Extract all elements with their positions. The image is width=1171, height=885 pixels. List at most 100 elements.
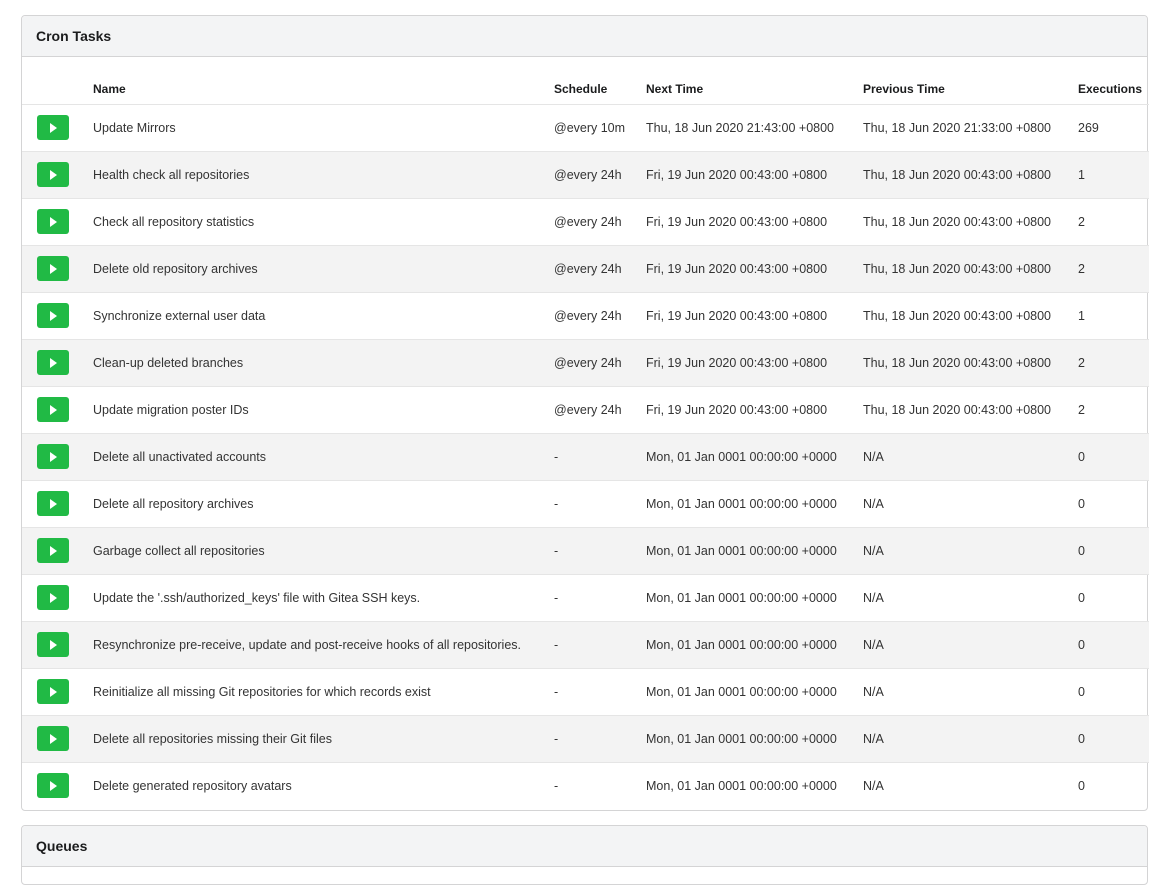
triangle-right-icon xyxy=(50,639,57,650)
task-executions: 269 xyxy=(1078,104,1149,152)
task-schedule: - xyxy=(554,480,646,528)
triangle-right-icon xyxy=(50,122,57,133)
task-schedule: @every 24h xyxy=(554,245,646,293)
column-header-schedule: Schedule xyxy=(554,57,646,105)
run-task-button[interactable] xyxy=(37,491,69,516)
run-task-button[interactable] xyxy=(37,538,69,563)
triangle-right-icon xyxy=(50,780,57,791)
task-next-time: Mon, 01 Jan 0001 00:00:00 +0000 xyxy=(646,480,863,528)
triangle-right-icon xyxy=(50,592,57,603)
task-schedule: - xyxy=(554,527,646,575)
table-row: Health check all repositories @every 24h F… xyxy=(22,151,1149,199)
run-cell xyxy=(22,386,93,434)
task-name: Delete old repository archives xyxy=(93,245,554,293)
run-task-button[interactable] xyxy=(37,115,69,140)
task-previous-time: N/A xyxy=(863,778,884,793)
task-next-time: Fri, 19 Jun 2020 00:43:00 +0800 xyxy=(646,198,863,246)
run-cell xyxy=(22,668,93,716)
task-schedule: @every 24h xyxy=(554,151,646,199)
triangle-right-icon xyxy=(50,451,57,462)
task-next-time: Fri, 19 Jun 2020 00:43:00 +0800 xyxy=(646,151,863,199)
table-row: Synchronize external user data @every 24h… xyxy=(22,292,1149,340)
triangle-right-icon xyxy=(50,263,57,274)
queues-panel: Queues xyxy=(21,825,1148,885)
task-previous-time: Thu, 18 Jun 2020 00:43:00 +0800 xyxy=(863,292,1078,340)
task-previous-time: N/A xyxy=(863,527,1078,575)
run-task-button[interactable] xyxy=(37,726,69,751)
task-executions: 0 xyxy=(1078,527,1149,575)
task-previous-time: Thu, 18 Jun 2020 00:43:00 +0800 xyxy=(863,339,1078,387)
table-row: Delete generated repository avatars - Mon,… xyxy=(22,762,1149,809)
task-executions: 0 xyxy=(1078,433,1149,481)
task-schedule: - xyxy=(554,621,646,669)
table-row: Delete all repository archives - Mon, 01 J… xyxy=(22,480,1149,528)
task-executions: 2 xyxy=(1078,339,1149,387)
task-name: Delete all unactivated accounts xyxy=(93,433,554,481)
task-executions: 0 xyxy=(1078,621,1149,669)
column-header-next-time: Next Time xyxy=(646,57,863,105)
triangle-right-icon xyxy=(50,404,57,415)
task-previous-time: N/A xyxy=(863,621,1078,669)
task-name: Update the '.ssh/authorized_keys' file w… xyxy=(93,574,554,622)
task-name: Update migration poster IDs xyxy=(93,386,554,434)
task-next-time: Fri, 19 Jun 2020 00:43:00 +0800 xyxy=(646,339,863,387)
task-name: Update Mirrors xyxy=(93,104,554,152)
task-executions: 0 xyxy=(1078,715,1149,763)
task-schedule: - xyxy=(554,574,646,622)
run-cell xyxy=(22,339,93,387)
run-task-button[interactable] xyxy=(37,773,69,799)
task-executions: 2 xyxy=(1078,245,1149,293)
run-task-button[interactable] xyxy=(37,585,69,610)
task-next-time: Mon, 01 Jan 0001 00:00:00 +0000 xyxy=(646,574,863,622)
task-executions: 0 xyxy=(1078,778,1085,793)
run-task-button[interactable] xyxy=(37,303,69,328)
task-executions: 2 xyxy=(1078,386,1149,434)
task-name: Delete all repositories missing their Gi… xyxy=(93,715,554,763)
task-previous-time: N/A xyxy=(863,715,1078,763)
column-header-previous-time: Previous Time xyxy=(863,57,1078,105)
task-schedule: @every 24h xyxy=(554,339,646,387)
table-row: Update the '.ssh/authorized_keys' file w… xyxy=(22,574,1149,622)
task-previous-time: N/A xyxy=(863,433,1078,481)
task-next-time: Mon, 01 Jan 0001 00:00:00 +0000 xyxy=(646,778,837,793)
run-task-button[interactable] xyxy=(37,209,69,234)
cron-tasks-body: Update Mirrors @every 10m Thu, 18 Jun 2020… xyxy=(22,104,1149,809)
cron-tasks-table: Name Schedule Next Time Previous Time Ex… xyxy=(22,57,1149,809)
run-task-button[interactable] xyxy=(37,679,69,704)
task-previous-time: Thu, 18 Jun 2020 00:43:00 +0800 xyxy=(863,386,1078,434)
task-next-time: Mon, 01 Jan 0001 00:00:00 +0000 xyxy=(646,527,863,575)
task-previous-time: N/A xyxy=(863,574,1078,622)
cron-tasks-panel: Cron Tasks Name Schedule Next Time Previ… xyxy=(21,15,1149,811)
run-cell xyxy=(22,292,93,340)
task-previous-time: N/A xyxy=(863,668,1078,716)
task-next-time: Mon, 01 Jan 0001 00:00:00 +0000 xyxy=(646,715,863,763)
run-task-button[interactable] xyxy=(37,632,69,657)
run-cell xyxy=(22,715,93,763)
triangle-right-icon xyxy=(50,310,57,321)
run-task-button[interactable] xyxy=(37,350,69,375)
task-schedule: @every 24h xyxy=(554,386,646,434)
task-schedule: - xyxy=(554,668,646,716)
queues-title: Queues xyxy=(36,838,88,854)
run-task-button[interactable] xyxy=(37,397,69,422)
table-row: Delete all repositories missing their Gi… xyxy=(22,715,1149,763)
task-schedule: @every 24h xyxy=(554,198,646,246)
task-previous-time: Thu, 18 Jun 2020 00:43:00 +0800 xyxy=(863,151,1078,199)
run-cell xyxy=(22,245,93,293)
triangle-right-icon xyxy=(50,733,57,744)
run-cell xyxy=(22,574,93,622)
cron-tasks-title: Cron Tasks xyxy=(36,28,112,44)
task-name: Synchronize external user data xyxy=(93,292,554,340)
triangle-right-icon xyxy=(50,357,57,368)
triangle-right-icon xyxy=(50,216,57,227)
run-task-button[interactable] xyxy=(37,444,69,469)
run-task-button[interactable] xyxy=(37,256,69,281)
table-row: Delete all unactivated accounts - Mon, 01 … xyxy=(22,433,1149,481)
run-task-button[interactable] xyxy=(37,162,69,187)
table-row: Check all repository statistics @every 24… xyxy=(22,198,1149,246)
task-executions: 0 xyxy=(1078,574,1149,622)
task-next-time: Fri, 19 Jun 2020 00:43:00 +0800 xyxy=(646,386,863,434)
task-name: Health check all repositories xyxy=(93,151,554,199)
task-name: Delete generated repository avatars xyxy=(93,778,292,793)
task-next-time: Fri, 19 Jun 2020 00:43:00 +0800 xyxy=(646,292,863,340)
